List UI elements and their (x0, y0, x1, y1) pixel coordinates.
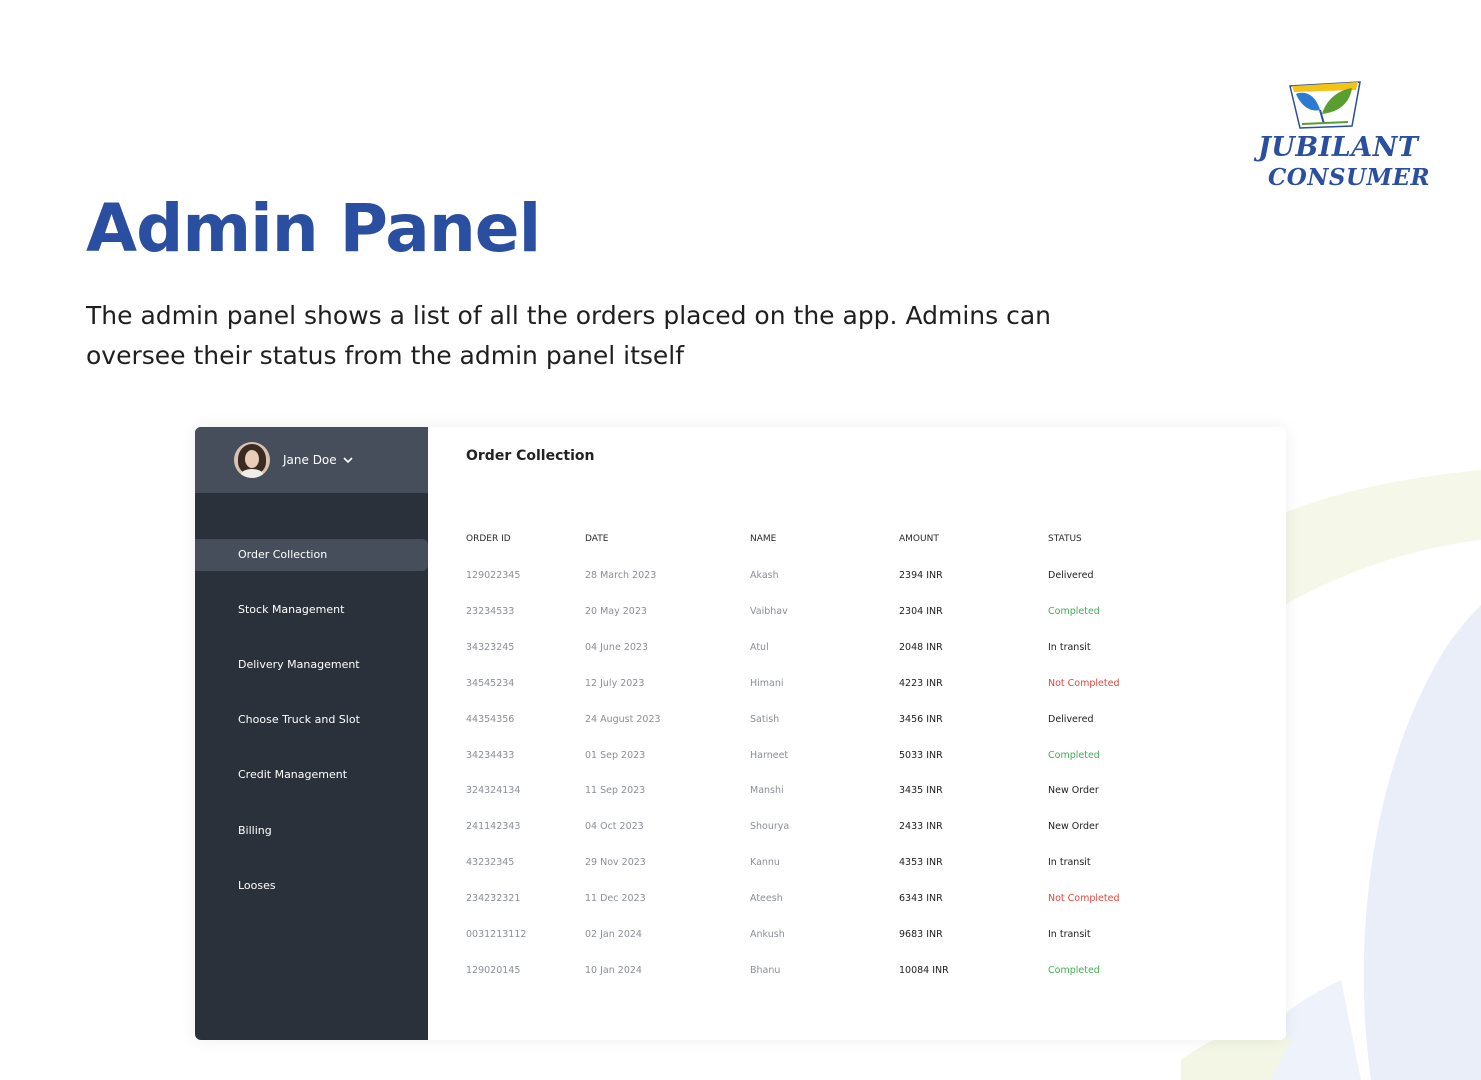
cell-date: 20 May 2023 (585, 605, 647, 617)
cell-amount: 2304 INR (899, 605, 943, 617)
cell-amount: 6343 INR (899, 893, 943, 905)
cell-date: 04 Oct 2023 (585, 821, 644, 833)
cell-amount: 2433 INR (899, 821, 943, 833)
cell-date: 12 July 2023 (585, 677, 645, 689)
cell-order-id: 129020145 (466, 964, 521, 976)
cell-date: 28 March 2023 (585, 570, 657, 581)
cell-status: Not Completed (1048, 677, 1120, 689)
table-row[interactable]: 34545234 12 July 2023 Himani 4223 INR Not Co… (466, 678, 1266, 692)
profile-menu[interactable]: Jane Doe (195, 427, 428, 493)
table-row[interactable]: 234232321 11 Dec 2023 Ateesh 6343 INR Not Co… (466, 893, 1266, 907)
avatar (234, 442, 270, 478)
cell-date: 01 Sep 2023 (585, 749, 646, 761)
cell-name: Manshi (750, 785, 784, 797)
cell-date: 10 Jan 2024 (585, 964, 642, 976)
page-title: Admin Panel (86, 190, 541, 267)
cell-date: 11 Dec 2023 (585, 893, 646, 905)
header-amount[interactable]: AMOUNT (899, 534, 939, 544)
cell-amount: 10084 INR (899, 964, 949, 976)
table-row[interactable]: 324324134 11 Sep 2023 Manshi 3435 INR New Or… (466, 785, 1266, 799)
table-row[interactable]: 003121311​2 02 Jan 2024 Ankush 9683 INR In t… (466, 929, 1266, 943)
cell-order-id: 241142343 (466, 821, 521, 833)
cell-status: Delivered (1048, 713, 1094, 725)
sidebar: Jane Doe Order Collection Stock Manageme… (195, 427, 428, 1040)
butterfly-logo-icon (1289, 81, 1361, 129)
sidebar-item-looses[interactable]: Looses (195, 870, 428, 902)
cell-status: In transit (1048, 641, 1091, 653)
chevron-down-icon[interactable] (343, 456, 353, 464)
cell-amount: 2394 INR (899, 570, 943, 581)
cell-order-id: 34323245 (466, 641, 515, 653)
cell-name: Akash (750, 570, 779, 581)
cell-status: Not Completed (1048, 893, 1120, 905)
cell-order-id: 324324134 (466, 785, 521, 797)
table-row[interactable]: 34323245 04 June 2023 Atul 2048 INR In trans… (466, 642, 1266, 656)
cell-order-id: 34234433 (466, 749, 515, 761)
cell-amount: 5033 INR (899, 749, 943, 761)
cell-order-id: 23234533 (466, 605, 515, 617)
header-name[interactable]: NAME (750, 534, 776, 544)
cell-date: 24 August 2023 (585, 713, 661, 725)
cell-date: 02 Jan 2024 (585, 929, 642, 940)
cell-order-id: 34545234 (466, 677, 515, 689)
cell-name: Vaibhav (750, 605, 788, 617)
page-description: The admin panel shows a list of all the … (86, 301, 1052, 370)
cell-status: In transit (1048, 857, 1091, 869)
header-status[interactable]: STATUS (1048, 534, 1082, 544)
cell-status: Delivered (1048, 570, 1094, 581)
table-row[interactable]: 44354356 24 August 2023 Satish 3456 INR Deli… (466, 714, 1266, 728)
cell-amount: 2048 INR (899, 641, 943, 653)
cell-amount: 9683 INR (899, 929, 943, 940)
table-header: ORDER ID DATE NAME AMOUNT STATUS (466, 534, 1266, 548)
table-row[interactable]: 129020145 10 Jan 2024 Bhanu 10084 INR Comple… (466, 965, 1266, 979)
cell-date: 29 Nov 2023 (585, 857, 646, 869)
cell-name: Shourya (750, 821, 790, 833)
brand-line-2: CONSUMER (1268, 164, 1431, 191)
cell-status: In transit (1048, 929, 1091, 940)
sidebar-item-billing[interactable]: Billing (195, 815, 428, 847)
brand-line-1: JUBILANT (1258, 132, 1419, 163)
table-row[interactable]: 241142343 04 Oct 2023 Shourya 2433 INR New O… (466, 821, 1266, 835)
sidebar-item-choose-truck-and-slot[interactable]: Choose Truck and Slot (195, 704, 428, 736)
cell-order-id: 44354356 (466, 713, 515, 725)
cell-date: 11 Sep 2023 (585, 785, 646, 797)
cell-date: 04 June 2023 (585, 641, 648, 653)
sidebar-item-stock-management[interactable]: Stock Management (195, 594, 428, 626)
cell-name: Atul (750, 641, 769, 653)
profile-name: Jane Doe (283, 453, 337, 467)
cell-status: Completed (1048, 605, 1100, 617)
cell-status: New Order (1048, 785, 1099, 797)
cell-order-id: 003121311​2 (466, 929, 527, 940)
main-content: Order Collection ORDER ID DATE NAME AMOU… (428, 427, 1286, 1040)
cell-order-id: 129022345 (466, 570, 521, 581)
cell-order-id: 234232321 (466, 893, 521, 905)
section-title: Order Collection (466, 448, 595, 464)
sidebar-item-delivery-management[interactable]: Delivery Management (195, 649, 428, 681)
cell-amount: 4353 INR (899, 857, 943, 869)
cell-status: Completed (1048, 749, 1100, 761)
cell-amount: 4223 INR (899, 677, 943, 689)
cell-name: Kannu (750, 857, 780, 869)
cell-name: Bhanu (750, 964, 781, 976)
table-row[interactable]: 34234433 01 Sep 2023 Harneet 5033 INR Comple… (466, 750, 1266, 764)
cell-name: Ateesh (750, 893, 783, 905)
table-row[interactable]: 43232345 29 Nov 2023 Kannu 4353 INR In trans… (466, 857, 1266, 871)
cell-status: Completed (1048, 964, 1100, 976)
brand-logo: JUBILANT CONSUMER (1258, 80, 1430, 195)
table-row[interactable]: 129022345 28 March 2023 Akash 2394 INR Deliv… (466, 570, 1266, 584)
cell-name: Satish (750, 713, 780, 725)
table-row[interactable]: 23234533 20 May 2023 Vaibhav 2304 INR Comple… (466, 606, 1266, 620)
cell-order-id: 43232345 (466, 857, 515, 869)
header-date[interactable]: DATE (585, 534, 608, 544)
cell-name: Himani (750, 677, 784, 689)
cell-status: New Order (1048, 821, 1099, 833)
header-order-id[interactable]: ORDER ID (466, 534, 511, 544)
admin-app-window: Jane Doe Order Collection Stock Manageme… (195, 427, 1286, 1040)
cell-name: Ankush (750, 929, 785, 940)
cell-amount: 3456 INR (899, 713, 943, 725)
sidebar-item-credit-management[interactable]: Credit Management (195, 759, 428, 791)
cell-name: Harneet (750, 749, 789, 761)
cell-amount: 3435 INR (899, 785, 943, 797)
sidebar-item-order-collection[interactable]: Order Collection (195, 539, 428, 571)
